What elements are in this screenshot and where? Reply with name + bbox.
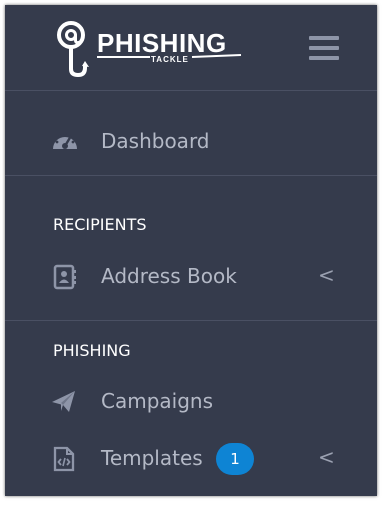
divider [5,175,377,176]
section-header-phishing: PHISHING [53,341,131,360]
nav-item-dashboard[interactable]: Dashboard [5,120,377,162]
chevron-left-icon[interactable]: < [318,263,335,287]
section-header-recipients: RECIPIENTS [53,215,147,234]
code-file-icon [51,446,77,472]
app-logo[interactable]: PHISHING TACKLE [55,17,245,79]
notification-badge: 1 [216,443,254,475]
divider [5,90,377,91]
chevron-left-icon[interactable]: < [318,445,335,469]
sidebar-header: PHISHING TACKLE [5,5,377,95]
nav-label-address-book: Address Book [101,264,237,288]
nav-item-campaigns[interactable]: Campaigns [5,380,377,422]
nav-item-address-book[interactable]: Address Book < [5,255,377,297]
nav-label-templates: Templates [101,446,203,470]
hamburger-menu-icon[interactable] [309,36,339,62]
speedometer-icon [51,129,77,155]
address-book-icon [51,264,77,290]
paper-plane-icon [51,389,77,415]
nav-label-dashboard: Dashboard [101,129,210,153]
divider [5,320,377,321]
nav-label-campaigns: Campaigns [101,389,214,413]
nav-item-templates[interactable]: Templates 1 < [5,437,377,479]
sidebar: PHISHING TACKLE Dashboard RECIPIENTS Add… [5,5,377,496]
logo-subtext: TACKLE [151,55,189,64]
